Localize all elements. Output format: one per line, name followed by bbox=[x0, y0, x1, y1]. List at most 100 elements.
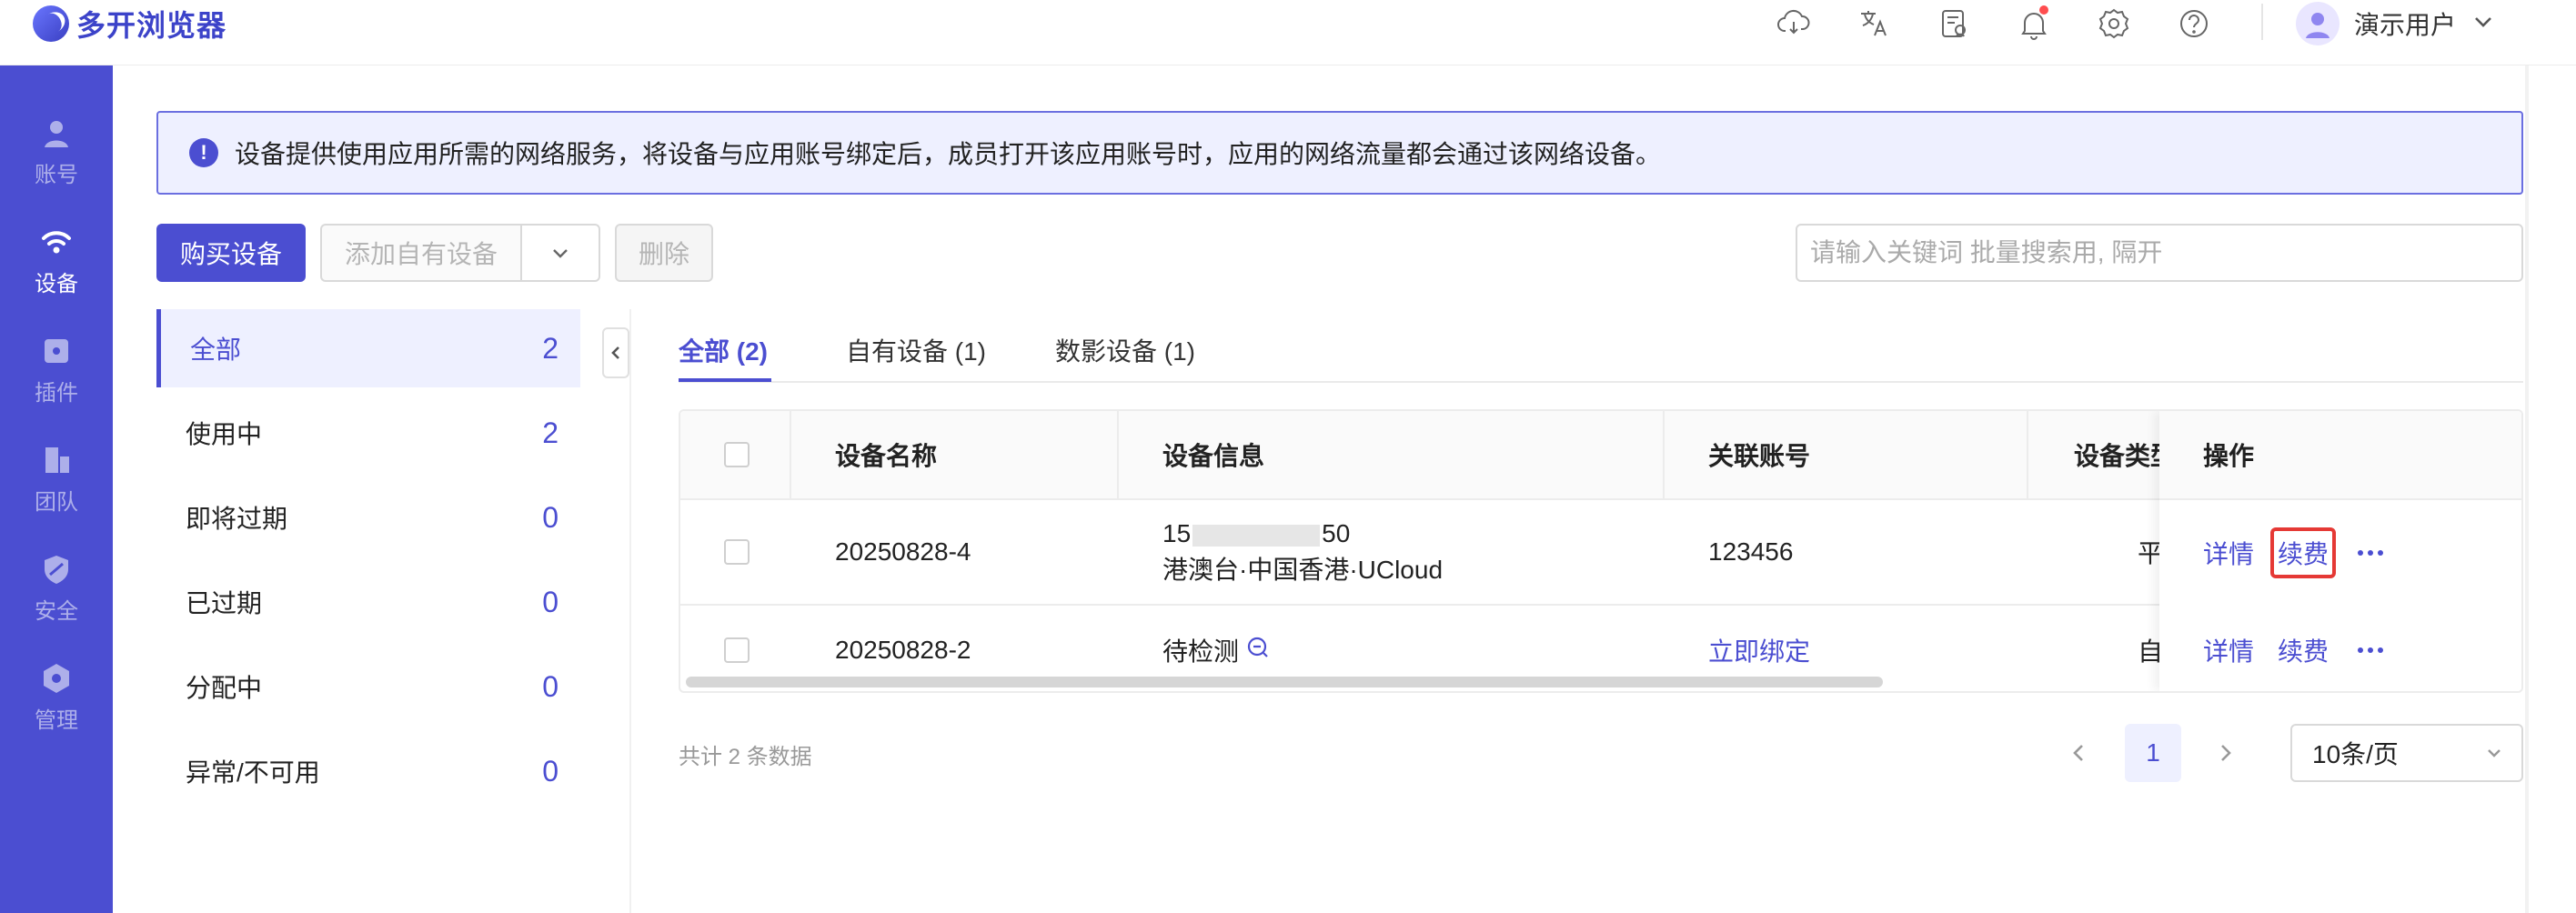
more-actions-icon[interactable] bbox=[2352, 647, 2384, 653]
status-filter-label: 异常/不可用 bbox=[186, 758, 320, 787]
column-divider bbox=[790, 411, 791, 500]
device-ip: 15 50 bbox=[1162, 516, 1350, 552]
top-bar: 多开浏览器 演示用户 bbox=[0, 0, 2576, 65]
column-header-ops: 操作 bbox=[2159, 411, 2521, 500]
status-filter-label: 已过期 bbox=[186, 589, 263, 617]
status-filter-assigning[interactable]: 分配中 0 bbox=[156, 647, 580, 726]
status-filter-count: 0 bbox=[542, 669, 558, 703]
sidebar-item-label: 账号 bbox=[35, 162, 78, 187]
sidebar-item-team[interactable]: 团队 bbox=[0, 433, 113, 524]
status-filter-label: 使用中 bbox=[186, 420, 263, 448]
next-page-button[interactable] bbox=[2198, 724, 2252, 782]
sidebar-item-devices[interactable]: 设备 bbox=[0, 215, 113, 306]
delete-button[interactable]: 删除 bbox=[615, 224, 713, 282]
chevron-down-icon bbox=[2488, 749, 2501, 757]
page-size-select[interactable]: 10条/页 bbox=[2290, 724, 2523, 782]
more-actions-icon[interactable] bbox=[2352, 550, 2384, 556]
avatar bbox=[2296, 2, 2340, 45]
notification-dot bbox=[2039, 5, 2048, 15]
app-title: 多开浏览器 bbox=[76, 9, 227, 42]
cloud-sync-icon[interactable] bbox=[1772, 2, 1816, 45]
device-location: 港澳台·中国香港·UCloud bbox=[1162, 556, 1444, 584]
row-checkbox-cell bbox=[724, 500, 750, 604]
building-icon bbox=[45, 446, 69, 473]
wifi-icon bbox=[42, 230, 71, 253]
page-number-current[interactable]: 1 bbox=[2125, 724, 2181, 782]
active-tab-indicator bbox=[679, 378, 771, 382]
search-input[interactable] bbox=[1796, 224, 2523, 282]
tab-own-devices[interactable]: 自有设备 (1) bbox=[846, 316, 986, 384]
row-checkbox[interactable] bbox=[724, 637, 750, 663]
column-divider bbox=[1663, 411, 1665, 500]
info-icon: ! bbox=[189, 138, 218, 167]
column-header-account[interactable]: 关联账号 bbox=[1708, 411, 1810, 498]
panel-divider bbox=[629, 309, 631, 913]
masked-ip bbox=[1192, 524, 1321, 547]
chevron-right-icon bbox=[2221, 745, 2231, 761]
status-filter-in-use[interactable]: 使用中 2 bbox=[156, 394, 580, 472]
status-filter-expired[interactable]: 已过期 0 bbox=[156, 563, 580, 641]
settings-gear-icon[interactable] bbox=[2092, 2, 2136, 45]
detail-link[interactable]: 详情 bbox=[2203, 535, 2254, 571]
column-header-name[interactable]: 设备名称 bbox=[835, 411, 937, 498]
device-ip-prefix: 15 bbox=[1162, 519, 1192, 547]
user-menu[interactable]: 演示用户 bbox=[2296, 2, 2496, 45]
window-edge bbox=[2525, 65, 2529, 913]
sidebar-item-security[interactable]: 安全 bbox=[0, 542, 113, 633]
chevron-down-icon bbox=[553, 249, 568, 258]
divider bbox=[2261, 4, 2263, 40]
row-checkbox[interactable] bbox=[724, 539, 750, 565]
sidebar-item-manage[interactable]: 管理 bbox=[0, 651, 113, 742]
status-filter-expiring[interactable]: 即将过期 0 bbox=[156, 478, 580, 557]
sidebar-item-plugins[interactable]: 插件 bbox=[0, 324, 113, 415]
sidebar-item-label: 插件 bbox=[35, 380, 78, 406]
page-size-value: 10条/页 bbox=[2312, 740, 2399, 768]
row-actions: 详情 续费 bbox=[2159, 500, 2521, 606]
collapse-panel-button[interactable] bbox=[602, 327, 629, 378]
puzzle-icon bbox=[45, 338, 68, 363]
detail-link[interactable]: 详情 bbox=[2203, 632, 2254, 668]
user-name: 演示用户 bbox=[2354, 11, 2457, 39]
horizontal-scrollbar[interactable] bbox=[686, 677, 1883, 687]
logo-icon bbox=[33, 5, 69, 42]
sidebar-item-label: 安全 bbox=[35, 598, 78, 624]
app-logo[interactable]: 多开浏览器 bbox=[33, 4, 226, 44]
prev-page-button[interactable] bbox=[2052, 724, 2107, 782]
total-count: 共计 2 条数据 bbox=[679, 745, 812, 769]
sidebar: 账号 设备 插件 团队 安全 管理 bbox=[0, 65, 113, 913]
device-name: 20250828-4 bbox=[835, 537, 971, 566]
tab-all[interactable]: 全部 (2) bbox=[679, 316, 768, 384]
add-device-dropdown-button[interactable] bbox=[520, 224, 600, 282]
buy-device-button[interactable]: 购买设备 bbox=[156, 224, 306, 282]
sidebar-item-label: 团队 bbox=[35, 489, 78, 515]
status-filter-count: 0 bbox=[542, 585, 558, 618]
notification-bell-icon[interactable] bbox=[2012, 2, 2056, 45]
renew-link[interactable]: 续费 bbox=[2270, 527, 2337, 578]
sidebar-item-account[interactable]: 账号 bbox=[0, 105, 113, 196]
info-banner-text: 设备提供使用应用所需的网络服务，将设备与应用账号绑定后，成员打开该应用账号时，应… bbox=[235, 140, 1662, 168]
renew-link[interactable]: 续费 bbox=[2270, 632, 2336, 668]
select-all-checkbox[interactable] bbox=[724, 442, 750, 467]
chevron-left-icon bbox=[611, 346, 619, 359]
column-header-info[interactable]: 设备信息 bbox=[1162, 411, 1264, 498]
tab-shuying-devices[interactable]: 数影设备 (1) bbox=[1055, 316, 1195, 384]
linked-account: 123456 bbox=[1708, 537, 1794, 566]
help-icon[interactable] bbox=[2172, 2, 2216, 45]
status-filter-count: 0 bbox=[542, 754, 558, 788]
row-actions: 详情 续费 bbox=[2159, 606, 2521, 691]
status-filter-list: 全部 2 使用中 2 即将过期 0 已过期 0 分配中 0 异常/不可用 0 bbox=[156, 309, 580, 817]
status-filter-count: 2 bbox=[542, 416, 558, 449]
tabs-underline bbox=[679, 381, 2523, 383]
status-filter-abnormal[interactable]: 异常/不可用 0 bbox=[156, 732, 580, 810]
hexagon-icon bbox=[44, 663, 69, 693]
sidebar-item-label: 管理 bbox=[35, 707, 78, 733]
user-icon bbox=[45, 120, 68, 147]
shield-icon bbox=[45, 555, 68, 584]
profile-card-icon[interactable] bbox=[1932, 2, 1976, 45]
add-own-device-button[interactable]: 添加自有设备 bbox=[320, 224, 520, 282]
status-filter-all[interactable]: 全部 2 bbox=[156, 309, 580, 387]
status-filter-label: 分配中 bbox=[186, 674, 263, 702]
column-divider bbox=[2027, 411, 2028, 500]
translate-icon[interactable] bbox=[1852, 2, 1896, 45]
detect-search-icon[interactable] bbox=[1246, 636, 1270, 666]
